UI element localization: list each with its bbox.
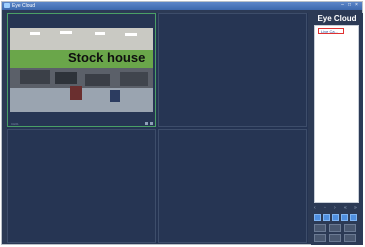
window-title: Eye Cloud <box>12 3 36 9</box>
app-window: Eye Cloud – □ × Stock house CH01 Eye Clo… <box>1 1 363 245</box>
layout-16-button[interactable] <box>341 214 348 221</box>
app-icon <box>4 3 10 8</box>
minimize-button[interactable]: – <box>340 3 345 8</box>
quick-buttons <box>314 214 359 222</box>
device-item[interactable]: Live Ca... <box>318 28 344 34</box>
control-button-4[interactable] <box>314 234 326 242</box>
layout-1-button[interactable] <box>314 214 321 221</box>
camera-feed-image <box>10 28 153 112</box>
layout-9-button[interactable] <box>332 214 339 221</box>
maximize-button[interactable]: □ <box>347 3 352 8</box>
ptz-zoomin-icon[interactable]: » <box>354 205 357 211</box>
ptz-left-icon[interactable]: ‹ <box>314 205 316 211</box>
control-button-6[interactable] <box>344 234 356 242</box>
video-cell-1[interactable]: Stock house CH01 <box>7 13 156 127</box>
ptz-right-icon[interactable]: › <box>334 205 336 211</box>
close-button[interactable]: × <box>354 3 359 8</box>
control-button-5[interactable] <box>329 234 341 242</box>
fullscreen-button[interactable] <box>350 214 357 221</box>
control-button-2[interactable] <box>329 224 341 232</box>
ptz-controls: ‹ ◦ › « » <box>314 205 359 211</box>
sidebar: Eye Cloud Live Ca... ‹ ◦ › « » <box>311 13 363 245</box>
layout-4-button[interactable] <box>323 214 330 221</box>
cell-caption: CH01 <box>11 122 19 126</box>
video-cell-3[interactable] <box>7 129 156 243</box>
video-grid: Stock house CH01 <box>7 13 308 243</box>
control-button-3[interactable] <box>344 224 356 232</box>
brand-title: Eye Cloud <box>317 14 357 23</box>
ptz-center-icon[interactable]: ◦ <box>324 205 326 211</box>
record-icon[interactable] <box>145 122 148 125</box>
overlay-text: Stock house <box>68 50 146 65</box>
control-button-1[interactable] <box>314 224 326 232</box>
ptz-zoomout-icon[interactable]: « <box>344 205 347 211</box>
device-list[interactable]: Live Ca... <box>314 25 359 203</box>
video-cell-4[interactable] <box>158 129 307 243</box>
close-icon[interactable] <box>150 122 153 125</box>
cell-status-bar: CH01 <box>9 122 154 126</box>
video-cell-2[interactable] <box>158 13 307 127</box>
title-bar: Eye Cloud – □ × <box>2 2 362 10</box>
